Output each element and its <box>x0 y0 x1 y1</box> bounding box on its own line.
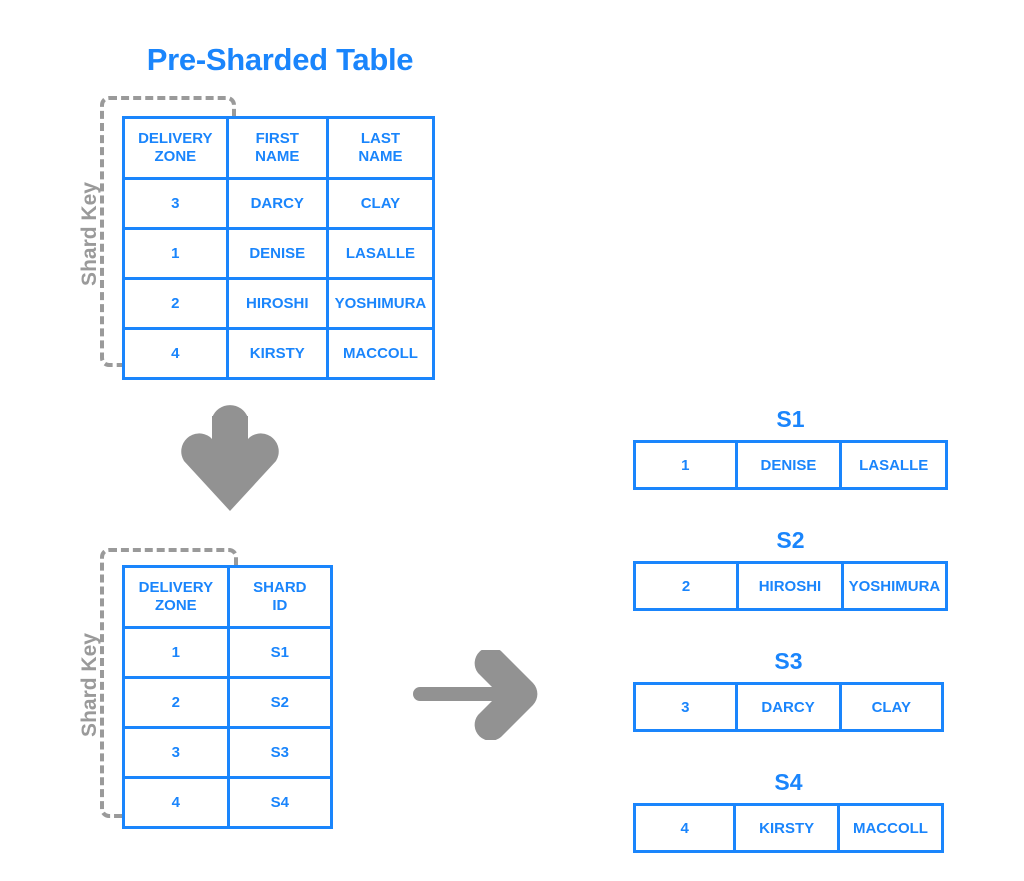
cell-first-name: HIROSHI <box>736 561 844 611</box>
cell-first-name: DARCY <box>225 177 329 230</box>
shard-title: S4 <box>774 769 803 795</box>
table-row: 4 S4 <box>122 776 334 829</box>
cell-shard-id: S1 <box>226 626 334 679</box>
cell-first-name: KIRSTY <box>225 327 329 380</box>
cell-last-name: LASALLE <box>839 440 948 490</box>
presharded-table: DELIVERY ZONE FIRST NAME LAST NAME 3 DAR… <box>122 116 436 380</box>
table-row: 1 DENISE LASALLE <box>633 440 948 490</box>
shard-title: S1 <box>776 406 805 432</box>
cell-delivery-zone: 4 <box>122 327 229 380</box>
cell-first-name: KIRSTY <box>733 803 840 853</box>
table-header-row: DELIVERY ZONE FIRST NAME LAST NAME <box>122 116 436 180</box>
header-shard-id: SHARD ID <box>226 565 334 629</box>
cell-last-name: MACCOLL <box>325 327 436 380</box>
shard-table: 3 DARCY CLAY <box>633 682 945 732</box>
cell-delivery-zone: 1 <box>122 626 230 679</box>
cell-delivery-zone: 3 <box>633 682 738 732</box>
cell-last-name: YOSHIMURA <box>840 561 949 611</box>
cell-first-name: DENISE <box>225 227 329 280</box>
table-row: 3 S3 <box>122 726 334 779</box>
shard-table: 4 KIRSTY MACCOLL <box>632 803 945 853</box>
table-row: 3 DARCY CLAY <box>122 177 436 230</box>
diagram-canvas: Pre-Sharded Table Shard Key DELIVERY ZON… <box>0 0 1024 881</box>
cell-shard-id: S2 <box>226 676 334 729</box>
cell-delivery-zone: 3 <box>122 726 230 779</box>
cell-delivery-zone: 2 <box>122 676 230 729</box>
cell-last-name: MACCOLL <box>836 803 945 853</box>
table-row: 3 DARCY CLAY <box>633 682 945 732</box>
header-delivery-zone: DELIVERY ZONE <box>122 565 230 629</box>
table-row: 4 KIRSTY MACCOLL <box>632 803 945 853</box>
cell-delivery-zone: 4 <box>632 803 737 853</box>
cell-last-name: CLAY <box>838 682 945 732</box>
cell-delivery-zone: 3 <box>122 177 229 230</box>
cell-delivery-zone: 1 <box>633 440 738 490</box>
table-header-row: DELIVERY ZONE SHARD ID <box>122 565 334 629</box>
header-first-name: FIRST NAME <box>225 116 329 180</box>
table-row: 2 HIROSHI YOSHIMURA <box>122 277 436 330</box>
table-row: 2 HIROSHI YOSHIMURA <box>632 561 949 611</box>
table-row: 1 DENISE LASALLE <box>122 227 436 280</box>
cell-first-name: DENISE <box>734 440 843 490</box>
cell-delivery-zone: 2 <box>122 277 229 330</box>
arrow-right-icon <box>413 650 538 740</box>
shard-key-label-bottom: Shard Key <box>78 633 101 737</box>
cell-delivery-zone: 1 <box>122 227 229 280</box>
arrow-down-icon <box>181 405 279 511</box>
cell-first-name: DARCY <box>734 682 842 732</box>
header-last-name: LAST NAME <box>325 116 436 180</box>
shard-map-table: DELIVERY ZONE SHARD ID 1 S1 2 S2 3 S3 4 … <box>122 565 334 829</box>
cell-last-name: LASALLE <box>325 227 436 280</box>
table-row: 4 KIRSTY MACCOLL <box>122 327 436 380</box>
table-row: 1 S1 <box>122 626 334 679</box>
shard-title: S3 <box>774 648 803 674</box>
cell-last-name: YOSHIMURA <box>325 277 436 330</box>
cell-shard-id: S3 <box>226 726 334 779</box>
page-title: Pre-Sharded Table <box>146 42 414 77</box>
table-row: 2 S2 <box>122 676 334 729</box>
shard-table: 2 HIROSHI YOSHIMURA <box>632 561 949 611</box>
cell-last-name: CLAY <box>325 177 436 230</box>
cell-shard-id: S4 <box>226 776 334 829</box>
header-delivery-zone: DELIVERY ZONE <box>122 116 229 180</box>
shard-title: S2 <box>776 527 805 553</box>
shard-table: 1 DENISE LASALLE <box>633 440 948 490</box>
shard-key-label-top: Shard Key <box>78 182 101 286</box>
cell-delivery-zone: 4 <box>122 776 230 829</box>
cell-first-name: HIROSHI <box>225 277 329 330</box>
cell-delivery-zone: 2 <box>632 561 740 611</box>
